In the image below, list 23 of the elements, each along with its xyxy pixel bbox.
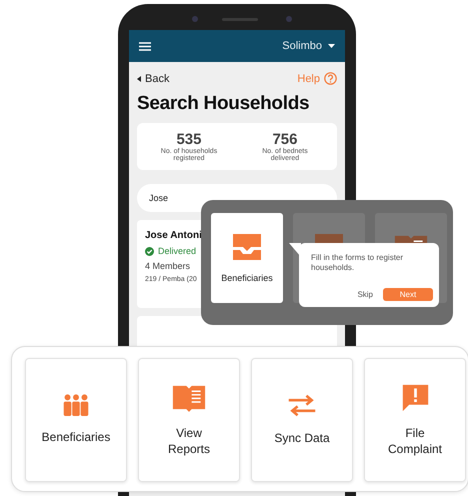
skip-button[interactable]: Skip bbox=[357, 290, 373, 299]
page-title: Search Households bbox=[137, 93, 310, 115]
swap-arrows-icon bbox=[287, 394, 317, 417]
check-circle-icon bbox=[145, 246, 154, 256]
stat-value: 756 bbox=[272, 131, 298, 148]
delivery-status: Delivered bbox=[145, 246, 196, 256]
stat-value: 535 bbox=[176, 131, 202, 148]
back-link[interactable]: Back bbox=[137, 72, 170, 84]
help-icon bbox=[324, 72, 337, 85]
shortcut-tile[interactable]: Sync Data bbox=[251, 358, 353, 482]
shortcut-tile[interactable]: File Complaint bbox=[364, 358, 466, 482]
people-icon bbox=[63, 394, 89, 416]
alert-speech-bubble-icon bbox=[400, 382, 430, 412]
back-caret-icon bbox=[137, 76, 141, 82]
tooltip-text: Fill in the forms to register households. bbox=[311, 253, 404, 274]
household-name: Jose Antoni bbox=[145, 230, 202, 241]
shortcut-tile[interactable]: View Reports bbox=[138, 358, 240, 482]
account-dropdown[interactable]: Solimbo bbox=[282, 40, 335, 52]
member-count: 4 Members bbox=[145, 261, 190, 271]
caret-icon bbox=[328, 44, 335, 48]
shortcut-tile[interactable]: Beneficiaries bbox=[25, 358, 127, 482]
highlighted-tile[interactable]: Beneficiaries bbox=[211, 213, 283, 303]
menu-icon[interactable] bbox=[139, 42, 151, 50]
